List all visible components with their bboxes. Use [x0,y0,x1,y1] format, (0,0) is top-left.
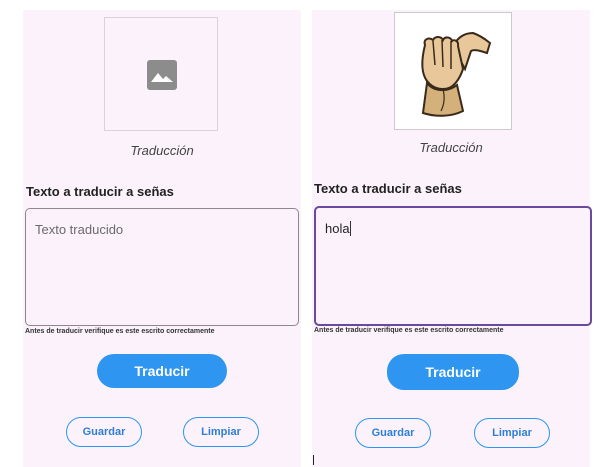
text-input[interactable]: hola [314,206,592,326]
section-title: Texto a traducir a señas [314,181,462,196]
text-input-placeholder: Texto traducido [35,222,124,237]
left-translation-screen: Traducción Texto a traducir a señas Text… [23,10,301,467]
save-button[interactable]: Guardar [355,418,431,448]
text-input[interactable]: Texto traducido [25,208,299,326]
section-title: Texto a traducir a señas [26,184,174,199]
verification-hint: Antes de traducir verifique es este escr… [25,328,215,335]
clear-button[interactable]: Limpiar [183,417,259,447]
translate-button[interactable]: Traducir [387,354,519,390]
text-input-value: hola [325,221,350,236]
save-button[interactable]: Guardar [66,417,142,447]
right-translation-screen: Traducción Texto a traducir a señas hola… [312,10,592,467]
translation-caption: Traducción [130,143,194,158]
image-placeholder-icon [147,60,177,90]
translate-button[interactable]: Traducir [97,354,227,388]
hand-sign-image [421,31,492,117]
text-cursor-mark [313,455,314,465]
translation-caption: Traducción [419,140,483,155]
sign-image-frame [394,12,512,130]
text-caret [349,221,351,236]
clear-button[interactable]: Limpiar [474,418,550,448]
sign-image-frame [104,17,218,131]
verification-hint: Antes de traducir verifique es este escr… [314,327,504,334]
